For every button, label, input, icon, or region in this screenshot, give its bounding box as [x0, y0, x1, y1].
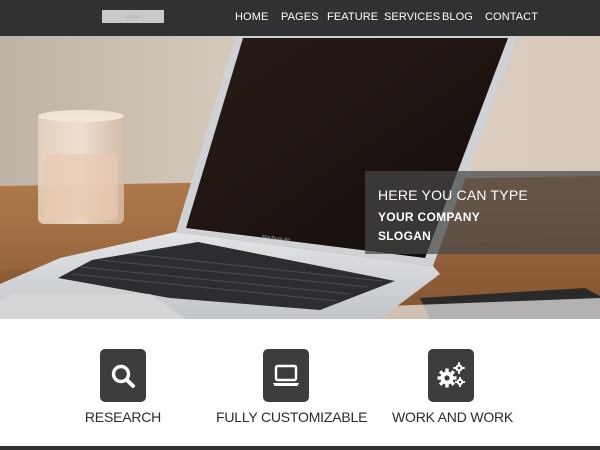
- slogan-line-3: SLOGAN: [378, 229, 432, 243]
- nav-services[interactable]: SERVICES: [384, 10, 440, 24]
- feature-label-research: RESEARCH: [84, 409, 162, 425]
- search-icon: [111, 364, 135, 388]
- gears-icon: [437, 361, 466, 387]
- research-icon-tile[interactable]: [100, 349, 146, 402]
- work-icon-tile[interactable]: [428, 349, 474, 402]
- feature-label-work: WORK AND WORK: [392, 409, 514, 425]
- top-navbar: LOGO HOME PAGES FEATURE SERVICES BLOG CO…: [0, 0, 600, 36]
- nav-pages[interactable]: PAGES: [281, 10, 319, 24]
- slogan-line-2: YOUR COMPANY: [378, 210, 481, 224]
- laptop-icon: [273, 364, 299, 386]
- nav-home[interactable]: HOME: [235, 10, 268, 24]
- slogan-overlay: HERE YOU CAN TYPE YOUR COMPANY SLOGAN: [365, 171, 600, 254]
- slogan-line-1: HERE YOU CAN TYPE: [378, 187, 528, 203]
- logo[interactable]: LOGO: [102, 10, 164, 23]
- nav-contact[interactable]: CONTACT: [485, 10, 538, 24]
- hero-banner: MacBook Air HERE YOU CAN TYPE YOUR COMPA…: [0, 36, 600, 319]
- nav-blog[interactable]: BLOG: [442, 10, 473, 24]
- bottom-divider: [0, 446, 600, 450]
- feature-label-customizable: FULLY CUSTOMIZABLE: [216, 409, 368, 425]
- customizable-icon-tile[interactable]: [263, 349, 309, 402]
- nav-feature[interactable]: FEATURE: [327, 10, 378, 24]
